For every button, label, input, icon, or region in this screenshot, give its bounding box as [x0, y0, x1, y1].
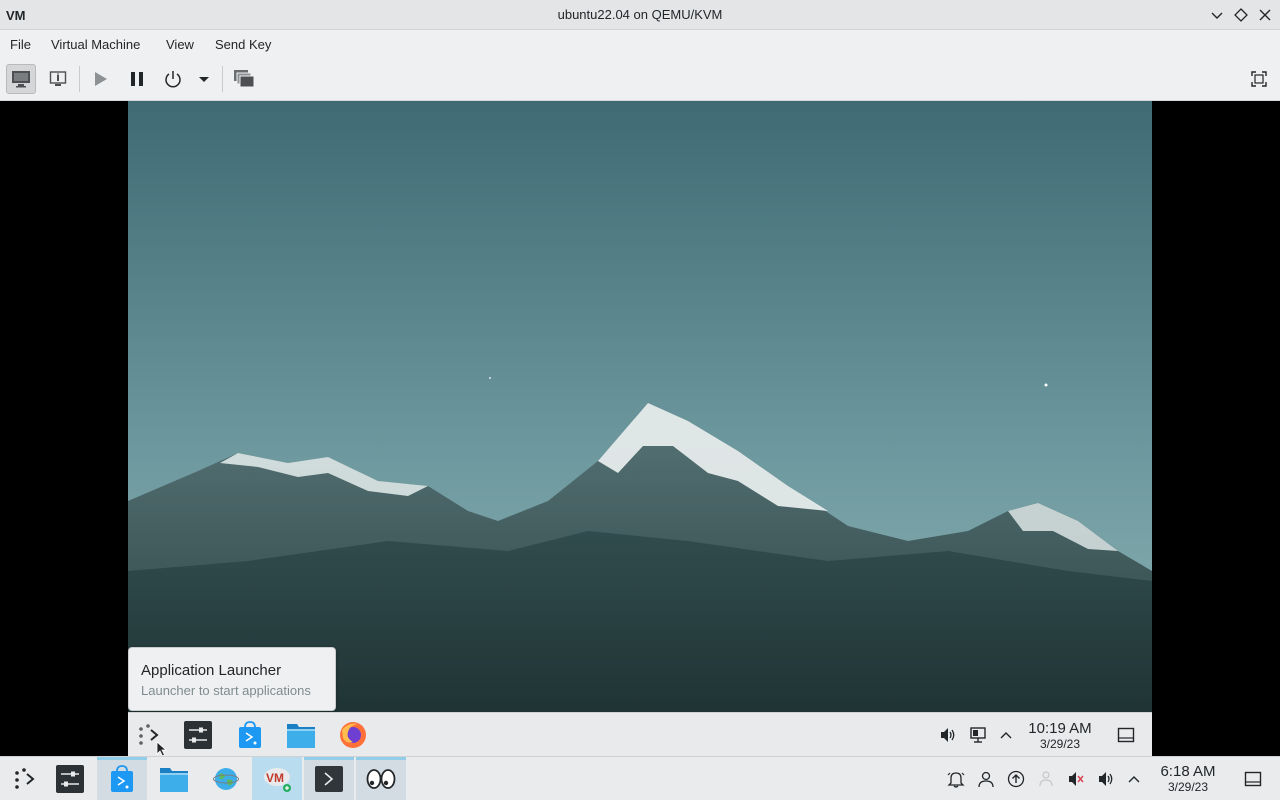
host-notifications-button[interactable]: [946, 769, 966, 789]
firefox-icon: [340, 722, 366, 748]
virt-manager-icon: VM: [264, 768, 291, 792]
host-system-settings-button[interactable]: [45, 757, 95, 800]
window-titlebar[interactable]: VM ubuntu22.04 on QEMU/KVM: [0, 0, 1280, 30]
toolbar-separator: [79, 66, 80, 92]
host-microphone-button[interactable]: [1066, 769, 1086, 789]
guest-firefox-button[interactable]: [338, 720, 368, 750]
host-updates-button[interactable]: [1006, 769, 1026, 789]
guest-taskbar: 10:19 AM 3/29/23: [128, 712, 1152, 756]
pause-button[interactable]: [122, 64, 152, 94]
discover-icon: [239, 721, 261, 748]
guest-system-settings-button[interactable]: [183, 720, 213, 750]
tooltip-title: Application Launcher: [141, 662, 282, 679]
app-launcher-tooltip: Application Launcher Launcher to start a…: [128, 647, 336, 711]
details-button[interactable]: [43, 64, 73, 94]
mountain-wallpaper: [128, 101, 1152, 712]
svg-text:VM: VM: [266, 771, 284, 785]
details-icon: [49, 71, 67, 86]
host-discover-button[interactable]: [97, 757, 147, 800]
host-browser-button[interactable]: [201, 757, 251, 800]
snapshots-icon: [234, 70, 255, 88]
guest-discover-button[interactable]: [235, 720, 265, 750]
host-clock[interactable]: 6:18 AM 3/29/23: [1150, 763, 1226, 794]
eyes-icon: [366, 769, 396, 789]
host-user-button[interactable]: [976, 769, 996, 789]
console-button[interactable]: [6, 64, 36, 94]
guest-clock-date: 3/29/23: [1039, 737, 1081, 751]
browser-icon: [213, 768, 239, 790]
file-manager-icon: [287, 724, 315, 748]
power-button[interactable]: [158, 64, 188, 94]
power-icon: [165, 71, 181, 88]
guest-expand-tray-button[interactable]: [996, 725, 1016, 745]
expand-tray-icon: [1128, 776, 1140, 783]
power-menu-dropdown[interactable]: [190, 64, 218, 94]
system-settings-icon: [56, 765, 84, 793]
maximize-diamond-icon[interactable]: [1232, 6, 1250, 24]
guest-clock-time: 10:19 AM: [1028, 720, 1092, 737]
host-volume-button[interactable]: [1096, 769, 1116, 789]
host-clock-date: 3/29/23: [1167, 780, 1209, 794]
guest-desktop[interactable]: Application Launcher Launcher to start a…: [128, 101, 1152, 756]
menu-file[interactable]: File: [10, 37, 31, 52]
host-eyes-button[interactable]: [356, 757, 406, 800]
console-icon: [12, 71, 30, 88]
run-button[interactable]: [85, 64, 115, 94]
user-icon: [978, 771, 994, 788]
guest-volume-button[interactable]: [938, 725, 958, 745]
volume-icon: [941, 728, 955, 742]
app-launcher-icon: [15, 768, 35, 789]
toolbar: [0, 58, 1280, 101]
menu-send-key[interactable]: Send Key: [215, 37, 271, 52]
volume-icon: [1099, 772, 1113, 786]
guest-show-desktop-button[interactable]: [1116, 725, 1136, 745]
accessibility-icon: [1039, 771, 1053, 787]
mouse-cursor-icon: [156, 741, 168, 756]
guest-network-button[interactable]: [968, 725, 988, 745]
terminal-icon: [315, 766, 343, 792]
network-icon: [970, 727, 986, 743]
guest-clock[interactable]: 10:19 AM 3/29/23: [1014, 720, 1106, 752]
close-icon[interactable]: [1256, 6, 1274, 24]
discover-icon: [111, 765, 133, 792]
vm-display[interactable]: Application Launcher Launcher to start a…: [0, 101, 1280, 756]
minimize-chevron-down-icon[interactable]: [1208, 6, 1226, 24]
menubar: File Virtual Machine View Send Key: [0, 30, 1280, 58]
menu-view[interactable]: View: [166, 37, 194, 52]
host-file-manager-button[interactable]: [149, 757, 199, 800]
host-virt-manager-button[interactable]: VM: [252, 757, 302, 800]
host-app-launcher-button[interactable]: [0, 757, 50, 800]
screen: VM ubuntu22.04 on QEMU/KVM File Virtual …: [0, 0, 1280, 800]
window-title: ubuntu22.04 on QEMU/KVM: [557, 7, 723, 22]
system-settings-icon: [184, 721, 212, 749]
guest-file-manager-button[interactable]: [286, 720, 316, 750]
show-desktop-icon: [1117, 727, 1135, 743]
host-taskbar: VM 6:18 AM 3/29/23: [0, 756, 1280, 800]
host-expand-tray-button[interactable]: [1124, 769, 1144, 789]
mic-muted-icon: [1069, 772, 1084, 786]
toolbar-separator: [222, 66, 223, 92]
notifications-icon: [947, 772, 965, 788]
dropdown-arrow-icon: [199, 77, 209, 82]
menu-virtual-machine[interactable]: Virtual Machine: [51, 37, 140, 52]
host-terminal-button[interactable]: [304, 757, 354, 800]
snapshots-button[interactable]: [229, 64, 259, 94]
host-show-desktop-button[interactable]: [1243, 769, 1263, 789]
tooltip-subtitle: Launcher to start applications: [141, 683, 311, 698]
fullscreen-icon: [1251, 71, 1267, 87]
pause-icon: [131, 72, 143, 86]
fullscreen-button[interactable]: [1244, 64, 1274, 94]
file-manager-icon: [160, 768, 188, 792]
show-desktop-icon: [1244, 771, 1262, 787]
host-accessibility-button[interactable]: [1036, 769, 1056, 789]
host-clock-time: 6:18 AM: [1160, 763, 1216, 780]
expand-tray-icon: [1000, 732, 1012, 739]
updates-icon: [1007, 770, 1025, 788]
run-icon: [95, 72, 107, 86]
